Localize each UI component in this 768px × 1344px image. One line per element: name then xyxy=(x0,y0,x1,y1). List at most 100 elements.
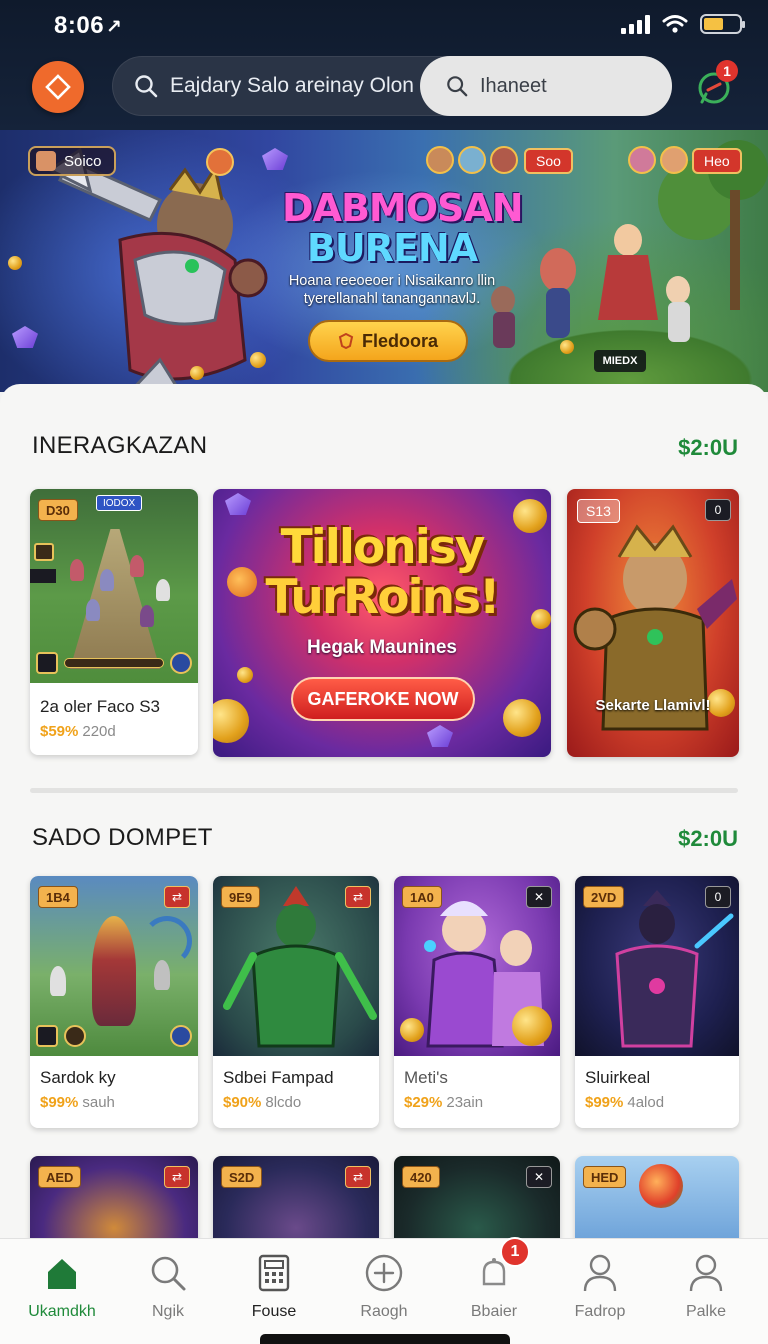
search-filter-pill[interactable]: Ihaneet xyxy=(420,56,672,116)
card-badge: ⇄ xyxy=(164,886,190,908)
game-card[interactable]: 1B4 ⇄ Sardok ky $99% sauh xyxy=(30,876,198,1128)
card-caption: Sekarte Llamivl! xyxy=(595,697,711,714)
promo-subtitle: Hegak Maunines xyxy=(307,637,457,658)
game-card[interactable]: 1A0 ✕ Meti's $29% 23ain xyxy=(394,876,560,1128)
card-price: $99% 4alod xyxy=(585,1094,665,1111)
avatar xyxy=(36,151,56,171)
search-icon xyxy=(151,1256,186,1291)
calculator-icon xyxy=(258,1254,290,1292)
search-pill-label: Ihaneet xyxy=(480,74,547,97)
nav-item-profile[interactable]: Fadrop xyxy=(550,1251,650,1331)
user-icon xyxy=(583,1254,617,1292)
nav-item-search[interactable]: Ngik xyxy=(118,1251,218,1331)
section-amount[interactable]: $2:0U xyxy=(678,826,738,852)
nav-item-add[interactable]: Raogh xyxy=(334,1251,434,1331)
card-title: Sdbei Fampad xyxy=(223,1068,334,1087)
nav-item-notifications[interactable]: 1 Bbaier xyxy=(444,1237,544,1331)
nav-item-calculator[interactable]: Fouse xyxy=(224,1251,324,1331)
hero-banner[interactable]: Soico Soo Heo DABMOSAN BURENA Hoana reeo… xyxy=(0,130,768,392)
card-tag: 1A0 xyxy=(402,886,442,908)
hero-notification-icon[interactable] xyxy=(206,148,234,176)
search-icon xyxy=(135,75,158,98)
hero-cta-button[interactable]: Fledoora xyxy=(308,320,468,362)
promo-cta-button[interactable]: GAFEROKE NOW xyxy=(291,677,475,721)
card-tag: S13 xyxy=(577,499,620,523)
chat-badge: 1 xyxy=(716,60,738,82)
nav-label: Ukamdkh xyxy=(28,1303,96,1320)
search-input[interactable]: Eajdary Salo areinay Olon xyxy=(170,74,414,98)
game-card[interactable]: 420 ✕ xyxy=(394,1156,560,1246)
card-badge: 0 xyxy=(705,499,731,521)
hero-title: DABMOSAN BURENA xyxy=(282,186,524,270)
hero-subtitle: Hoana reeoeoer i Nisaikanro llin tyerell… xyxy=(288,273,496,307)
card-title: Meti's xyxy=(404,1068,448,1087)
section-title: INERAGKAZAN xyxy=(32,432,208,459)
home-indicator[interactable] xyxy=(260,1334,510,1344)
section-title: SADO DOMPET xyxy=(32,824,213,851)
game-card[interactable]: S13 0 Sekarte Llamivl! xyxy=(567,489,739,757)
card-badge: ⇄ xyxy=(345,1166,371,1188)
wifi-icon xyxy=(662,15,688,33)
card-price: $59% 220d xyxy=(40,723,116,740)
shield-icon xyxy=(338,333,354,349)
card-title: Sluirkeal xyxy=(585,1068,651,1087)
hero-mini-label: MIEDX xyxy=(594,350,646,372)
nav-label: Fadrop xyxy=(574,1303,626,1320)
hero-opponent-avatars xyxy=(628,146,688,174)
card-tag: S2D xyxy=(221,1166,263,1188)
card-price: $29% 23ain xyxy=(404,1094,484,1111)
notification-badge: 1 xyxy=(500,1237,530,1267)
nav-item-account[interactable]: Palke xyxy=(656,1251,756,1331)
game-card[interactable]: HED xyxy=(575,1156,739,1246)
nav-label: Fouse xyxy=(251,1303,297,1320)
game-card[interactable]: S2D ⇄ xyxy=(213,1156,379,1246)
hero-user-tag[interactable]: Soico xyxy=(28,146,116,176)
signal-icon xyxy=(621,14,650,34)
card-tag: 1B4 xyxy=(38,886,78,908)
game-card[interactable]: 9E9 ⇄ Sdbei Fampad $90% 8lcdo xyxy=(213,876,379,1128)
game-card[interactable]: AED ⇄ xyxy=(30,1156,198,1246)
card-badge: ✕ xyxy=(526,1166,552,1188)
card-tag: 9E9 xyxy=(221,886,261,908)
plus-circle-icon xyxy=(365,1254,403,1292)
nav-label: Palke xyxy=(685,1303,727,1320)
game-card[interactable]: 2VD 0 Sluirkeal $99% 4alod xyxy=(575,876,739,1128)
promo-title: Tillonisy TurRoins! xyxy=(265,520,501,625)
card-top-label: IODOX xyxy=(96,495,143,511)
card-price: $99% sauh xyxy=(40,1094,115,1111)
card-badge: ⇄ xyxy=(164,1166,190,1188)
search-bar[interactable]: Eajdary Salo areinay Olon Ihaneet xyxy=(112,56,672,116)
card-title: 2a oler Faco S3 xyxy=(40,697,161,716)
diamond-icon xyxy=(45,74,71,100)
search-icon xyxy=(447,76,468,97)
location-arrow-icon: ↗ xyxy=(106,17,123,38)
nav-label: Raogh xyxy=(360,1303,408,1320)
card-tag: HED xyxy=(583,1166,627,1188)
card-badge: 0 xyxy=(705,886,731,908)
logo-button[interactable] xyxy=(32,61,84,113)
card-tag: 420 xyxy=(402,1166,440,1188)
card-badge: ✕ xyxy=(526,886,552,908)
hero-score-chip: Soo xyxy=(524,148,573,174)
hero-opponent-chip: Heo xyxy=(692,148,742,174)
card-tag: D30 xyxy=(38,499,78,521)
bottom-nav: Ukamdkh Ngik Fouse Raogh 1 Bbaier Fadrop… xyxy=(0,1237,768,1344)
battery-icon xyxy=(700,14,745,34)
nav-label: Bbaier xyxy=(470,1303,518,1320)
nav-item-home[interactable]: Ukamdkh xyxy=(12,1251,112,1331)
chat-button[interactable]: 1 xyxy=(692,60,738,110)
game-card[interactable]: D30 IODOX 2a oler Faco S3 $59% 220d xyxy=(30,489,198,755)
user-icon xyxy=(689,1254,723,1292)
card-badge: ⇄ xyxy=(345,886,371,908)
home-icon xyxy=(48,1259,76,1289)
app-header: 8:06 ↗ Eajdary Salo areinay Olon Ihaneet … xyxy=(0,0,768,130)
menu-icon[interactable] xyxy=(34,543,54,561)
section-amount[interactable]: $2:0U xyxy=(678,435,738,461)
featured-promo-card[interactable]: Tillonisy TurRoins! Hegak Maunines GAFER… xyxy=(213,489,551,757)
card-tag: 2VD xyxy=(583,886,625,908)
card-tag: AED xyxy=(38,1166,82,1188)
card-title: Sardok ky xyxy=(40,1068,116,1087)
hero-player-avatars xyxy=(426,146,518,174)
status-bar: 8:06 ↗ xyxy=(0,0,768,50)
section-divider xyxy=(30,788,738,793)
